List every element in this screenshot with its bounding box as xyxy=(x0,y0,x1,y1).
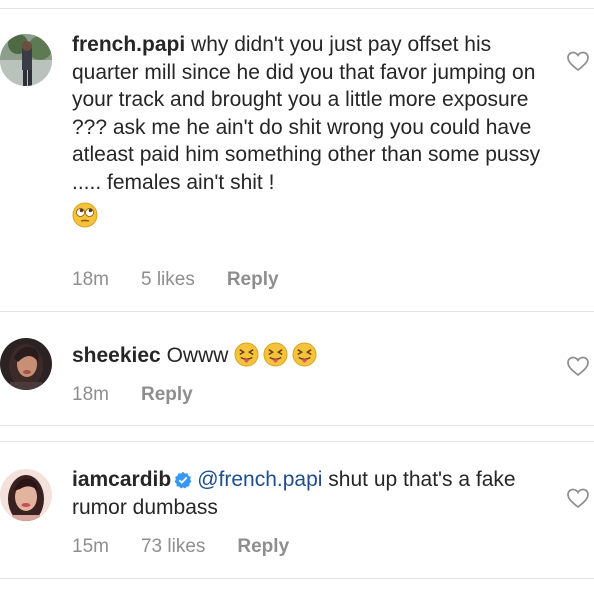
avatar-photo xyxy=(0,469,52,521)
mention-link[interactable]: @french.papi xyxy=(197,468,322,491)
timestamp: 15m xyxy=(72,536,109,557)
heart-icon[interactable] xyxy=(566,355,590,377)
comment-meta: 15m 73 likes Reply xyxy=(72,536,321,558)
reply-button[interactable]: Reply xyxy=(227,269,279,290)
top-divider xyxy=(0,8,594,9)
verified-badge-icon xyxy=(174,471,192,489)
comment-divider xyxy=(0,425,594,426)
comment-text: french.papi why didn't you just pay offs… xyxy=(72,31,542,196)
timestamp: 18m xyxy=(72,384,109,405)
comment-divider xyxy=(0,441,594,442)
squinting-tongue-emoji-group xyxy=(234,342,321,367)
squinting-tongue-emoji xyxy=(263,342,288,367)
avatar[interactable] xyxy=(0,338,52,390)
timestamp: 18m xyxy=(72,269,109,290)
heart-icon[interactable] xyxy=(566,50,590,72)
comment-body: Owww xyxy=(160,344,229,367)
username-link[interactable]: sheekiec xyxy=(72,344,161,367)
reply-button[interactable]: Reply xyxy=(141,384,193,405)
squinting-tongue-emoji xyxy=(234,342,259,367)
reply-button[interactable]: Reply xyxy=(237,536,289,557)
likes-count[interactable]: 5 likes xyxy=(141,269,195,290)
comment-divider xyxy=(0,311,594,312)
comment-meta: 18m 5 likes Reply xyxy=(72,269,311,291)
heart-icon[interactable] xyxy=(566,487,590,509)
username-link[interactable]: iamcardib xyxy=(72,468,171,491)
avatar[interactable] xyxy=(0,34,52,86)
bottom-divider xyxy=(0,578,594,579)
username-link[interactable]: french.papi xyxy=(72,33,185,56)
avatar[interactable] xyxy=(0,469,52,521)
likes-count[interactable]: 73 likes xyxy=(141,536,205,557)
squinting-tongue-emoji xyxy=(292,342,317,367)
comment-text: sheekiec Owww xyxy=(72,342,542,370)
comment-meta: 18m Reply xyxy=(72,384,225,406)
avatar-photo xyxy=(0,34,52,86)
comment-text: iamcardib @french.papi shut up that's a f… xyxy=(72,466,542,521)
comment-body: why didn't you just pay offset his quart… xyxy=(72,33,541,194)
avatar-photo xyxy=(0,338,52,390)
rolling-eyes-emoji xyxy=(72,202,542,233)
